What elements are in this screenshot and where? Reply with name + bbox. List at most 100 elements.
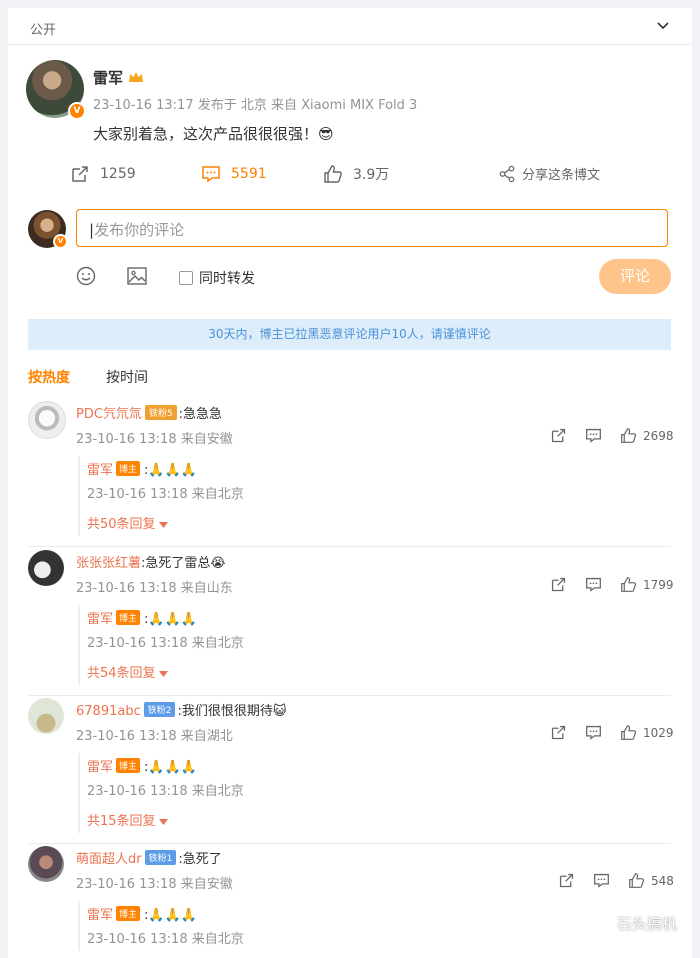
caret-down-icon [158, 819, 168, 825]
reply-meta: 23-10-16 13:18 来自北京 [87, 932, 244, 947]
submit-comment-button[interactable]: 评论 [599, 259, 671, 294]
comment-icon[interactable] [585, 576, 602, 593]
comment-meta: 23-10-16 13:18 来自安徽 [76, 432, 233, 447]
commenter-name[interactable]: 萌面超人dr [76, 852, 142, 867]
comment-text: :我们很恨很期待😺 [177, 704, 287, 719]
caret-down-icon [158, 671, 168, 677]
comment-text: :急死了 [178, 852, 222, 867]
comment-icon [202, 166, 220, 183]
commenter-avatar[interactable] [28, 401, 66, 439]
thumbs-up-icon [324, 165, 342, 183]
share-icon [499, 165, 515, 182]
tab-time[interactable]: 按时间 [106, 367, 148, 387]
reply-author[interactable]: 雷军 [87, 908, 113, 923]
thumbs-up-icon[interactable] [620, 427, 637, 444]
commenter-avatar[interactable] [28, 550, 64, 586]
repost-button[interactable]: 1259 [70, 164, 136, 184]
repost-icon[interactable] [550, 724, 567, 741]
comment-actions: 1799 [550, 576, 674, 593]
like-count: 1799 [643, 577, 674, 592]
fan-badge: 铁粉1 [144, 850, 177, 865]
reply-text: :🙏🙏🙏 [144, 908, 197, 923]
comment-input[interactable]: |发布你的评论 [76, 209, 668, 247]
comment-line: 67891abc 铁粉2:我们很恨很期待😺 [76, 700, 286, 719]
tab-hot[interactable]: 按热度 [28, 367, 70, 387]
host-badge: 博主 [116, 758, 141, 773]
top-divider [8, 44, 692, 45]
comment-icon[interactable] [593, 872, 610, 889]
more-replies-link[interactable]: 共50条回复 [87, 513, 168, 532]
commenter-avatar[interactable] [28, 846, 64, 882]
thumbs-up-icon[interactable] [628, 872, 645, 889]
commenter-name[interactable]: 67891abc [76, 704, 141, 719]
comment-icon[interactable] [585, 427, 602, 444]
commenter-name[interactable]: PDC氕氘氚 [76, 407, 142, 422]
comment-text: :急死了雷总😭 [141, 556, 226, 571]
weibo-post-card: 公开 V 雷军 23-10-16 13:17 发布于 北京 来自 Xiaomi … [8, 8, 692, 958]
reply-thread-line [78, 605, 80, 685]
host-badge: 博主 [116, 610, 141, 625]
share-button[interactable]: 分享这条博文 [498, 164, 600, 183]
cool-emoji: 😎 [318, 125, 334, 143]
reply-thread-line [78, 753, 80, 833]
thumbs-up-icon[interactable] [620, 576, 637, 593]
author-name[interactable]: 雷军 [93, 67, 144, 88]
weibo-logo-icon [594, 917, 611, 931]
like-count: 548 [651, 873, 674, 888]
share-label: 分享这条博文 [522, 168, 601, 183]
repost-checkbox[interactable]: 同时转发 [179, 268, 255, 288]
more-replies-link[interactable]: 共15条回复 [87, 810, 168, 829]
comment-icon[interactable] [585, 724, 602, 741]
comment-line: 张张张红薯:急死了雷总😭 [76, 552, 226, 571]
comment-line: 萌面超人dr 铁粉1:急死了 [76, 848, 222, 867]
crown-icon [129, 72, 144, 82]
fan-badge: 铁粉2 [143, 702, 176, 717]
reply-author[interactable]: 雷军 [87, 463, 113, 478]
commenter-name[interactable]: 张张张红薯 [76, 556, 141, 571]
comment-meta: 23-10-16 13:18 来自山东 [76, 581, 233, 596]
repost-icon[interactable] [550, 576, 567, 593]
reply-text: :🙏🙏🙏 [144, 463, 197, 478]
reply-thread-line [78, 901, 80, 951]
comment-button[interactable]: 5591 [201, 164, 267, 184]
host-badge: 博主 [116, 461, 141, 476]
notice-banner: 30天内，博主已拉黑恶意评论用户10人，请谨慎评论 [28, 319, 671, 350]
repost-icon[interactable] [550, 427, 567, 444]
like-button[interactable]: 3.9万 [323, 164, 389, 184]
caret-down-icon [158, 522, 168, 528]
more-replies-link[interactable]: 共54条回复 [87, 662, 168, 681]
reply-text: :🙏🙏🙏 [144, 760, 197, 775]
repost-icon [72, 166, 88, 182]
comment-actions: 1029 [550, 724, 674, 741]
post-meta: 23-10-16 13:17 发布于 北京 来自 Xiaomi MIX Fold… [93, 98, 418, 113]
comment-meta: 23-10-16 13:18 来自湖北 [76, 729, 233, 744]
post-text: 大家别着急，这次产品很很很强！😎 [93, 125, 334, 143]
checkbox-box[interactable] [179, 271, 193, 285]
comment-actions: 2698 [550, 427, 674, 444]
emoji-icon[interactable] [76, 266, 96, 286]
comment-divider [28, 695, 671, 696]
watermark: 石头搞机 [594, 913, 677, 934]
fan-badge: 铁粉5 [144, 405, 177, 420]
verified-badge-icon: V [68, 102, 86, 120]
image-icon[interactable] [127, 267, 147, 285]
repost-checkbox-label: 同时转发 [199, 271, 255, 287]
like-count: 3.9万 [353, 167, 390, 183]
reply-line: 雷军 博主:🙏🙏🙏 [87, 904, 197, 923]
reply-meta: 23-10-16 13:18 来自北京 [87, 487, 244, 502]
comment-count: 5591 [231, 166, 267, 182]
comment-divider [28, 546, 671, 547]
reply-text: :🙏🙏🙏 [144, 612, 197, 627]
like-count: 1029 [643, 725, 674, 740]
comment-actions: 548 [558, 872, 674, 889]
commenter-avatar[interactable] [28, 698, 64, 734]
reply-thread-line [78, 456, 80, 536]
reply-author[interactable]: 雷军 [87, 612, 113, 627]
reply-author[interactable]: 雷军 [87, 760, 113, 775]
chevron-down-icon[interactable] [654, 16, 672, 34]
reply-line: 雷军 博主:🙏🙏🙏 [87, 459, 197, 478]
reply-meta: 23-10-16 13:18 来自北京 [87, 784, 244, 799]
comment-meta: 23-10-16 13:18 来自安徽 [76, 877, 233, 892]
repost-icon[interactable] [558, 872, 575, 889]
thumbs-up-icon[interactable] [620, 724, 637, 741]
